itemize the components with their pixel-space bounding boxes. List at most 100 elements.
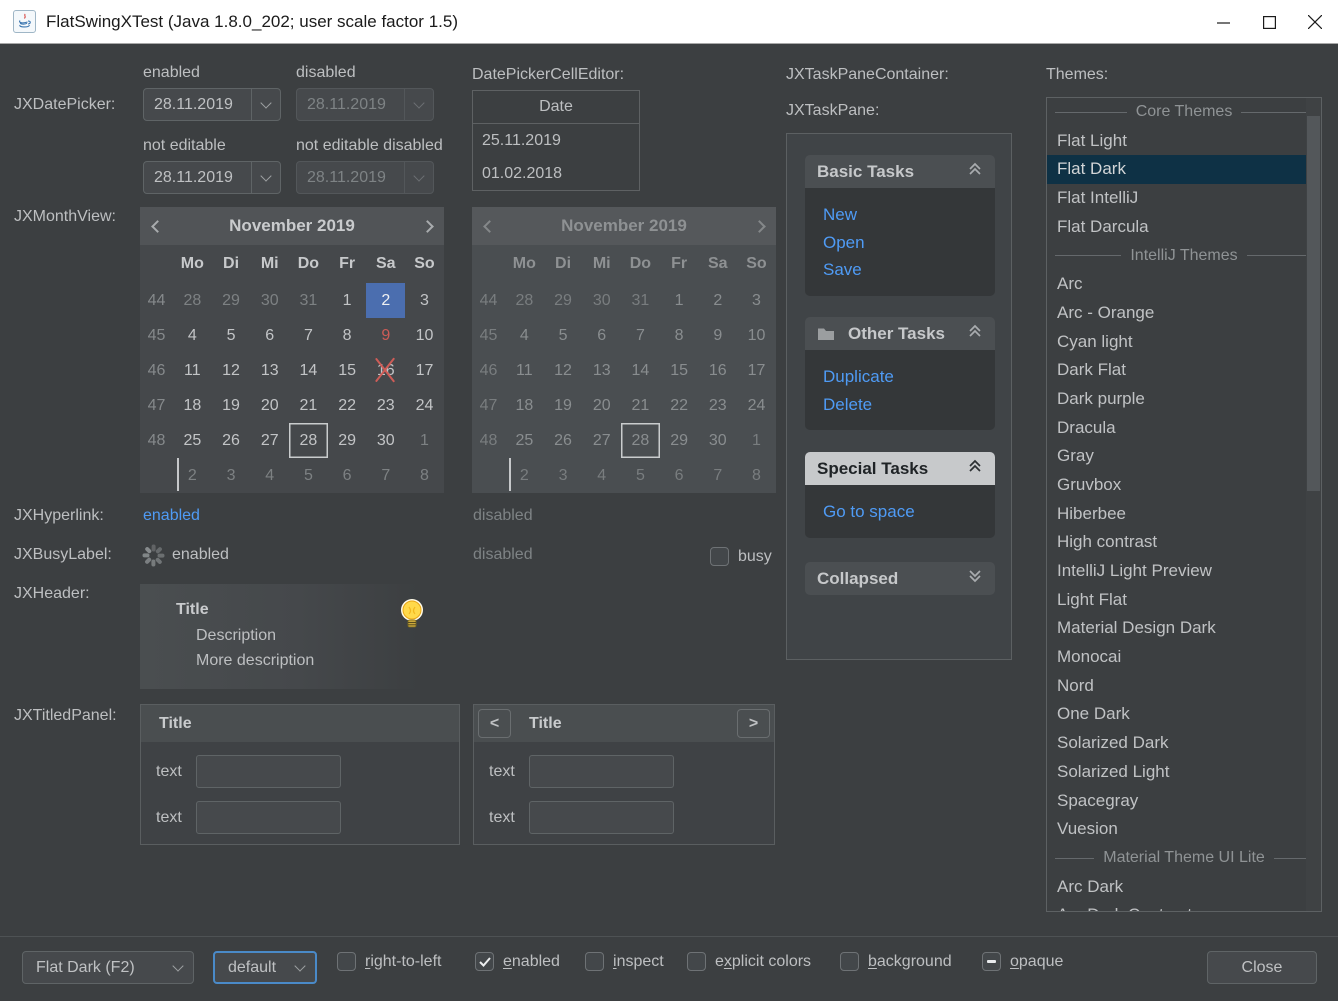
collapse-chevron-icon[interactable] (967, 458, 983, 479)
close-button[interactable]: Close (1207, 951, 1317, 984)
calendar-day-cell[interactable]: 4 (173, 318, 212, 353)
titled-panel-prev-button[interactable]: < (478, 709, 511, 738)
calendar-day-cell[interactable]: 10 (405, 318, 444, 353)
calendar-day-cell[interactable]: 5 (212, 318, 251, 353)
busy-checkbox-group[interactable]: busy (710, 547, 772, 566)
calendar-day-cell[interactable]: 1 (405, 423, 444, 458)
checkbox-group-background[interactable]: background (840, 952, 952, 971)
theme-list-item[interactable]: Dark Flat (1047, 356, 1321, 385)
opaque-checkbox[interactable] (982, 952, 1001, 971)
calendar-prev-icon[interactable] (140, 207, 174, 245)
chevron-down-icon[interactable] (252, 176, 280, 180)
calendar-day-cell[interactable]: 19 (212, 388, 251, 423)
taskpane-link[interactable]: Open (823, 229, 977, 257)
theme-list-item[interactable]: High contrast (1047, 528, 1321, 557)
calendar-day-cell[interactable]: 30 (250, 283, 289, 318)
date-column-header[interactable]: Date (473, 91, 639, 124)
theme-list-item[interactable]: Solarized Dark (1047, 729, 1321, 758)
calendar-day-cell[interactable]: 5 (289, 458, 328, 493)
calendar-day-cell[interactable]: 16 (366, 353, 405, 388)
busy-checkbox[interactable] (710, 547, 729, 566)
calendar-day-cell[interactable]: 29 (328, 423, 367, 458)
calendar-day-cell[interactable]: 27 (250, 423, 289, 458)
themes-scrollbar[interactable] (1306, 98, 1321, 911)
theme-list-item[interactable]: Cyan light (1047, 328, 1321, 357)
calendar-day-cell[interactable]: 17 (405, 353, 444, 388)
calendar-day-cell[interactable]: 3 (405, 283, 444, 318)
theme-list-item[interactable]: One Dark (1047, 700, 1321, 729)
calendar-day-cell[interactable]: 7 (366, 458, 405, 493)
theme-list-item[interactable]: Arc (1047, 270, 1321, 299)
taskpane-link[interactable]: Save (823, 256, 977, 284)
text-input[interactable] (196, 755, 341, 788)
calendar-day-cell[interactable]: 8 (405, 458, 444, 493)
calendar-day-cell[interactable]: 9 (366, 318, 405, 353)
theme-list-item[interactable]: Light Flat (1047, 586, 1321, 615)
calendar-day-cell[interactable]: 12 (212, 353, 251, 388)
table-row[interactable]: 25.11.2019 (473, 124, 639, 157)
expand-chevron-icon[interactable] (967, 568, 983, 589)
theme-list-item[interactable]: Monocai (1047, 643, 1321, 672)
explicit-colors-checkbox[interactable] (687, 952, 706, 971)
calendar-day-cell[interactable]: 13 (250, 353, 289, 388)
calendar-next-icon[interactable] (410, 207, 444, 245)
calendar-day-cell[interactable]: 22 (328, 388, 367, 423)
theme-list-item[interactable]: Material Design Dark (1047, 614, 1321, 643)
calendar-day-cell[interactable]: 29 (212, 283, 251, 318)
close-window-button[interactable] (1292, 0, 1338, 44)
calendar-day-cell[interactable]: 18 (173, 388, 212, 423)
calendar-day-cell[interactable]: 2 (173, 458, 212, 493)
theme-list-item[interactable]: Flat Light (1047, 127, 1321, 156)
calendar-day-cell[interactable]: 2 (366, 283, 405, 318)
enabled-checkbox[interactable] (475, 952, 494, 971)
calendar-day-cell[interactable]: 30 (366, 423, 405, 458)
calendar-day-cell[interactable]: 6 (250, 318, 289, 353)
theme-list-item[interactable]: Nord (1047, 672, 1321, 701)
calendar-day-cell[interactable]: 23 (366, 388, 405, 423)
taskpane-header[interactable]: Special Tasks (805, 452, 995, 485)
checkbox-group-inspect[interactable]: inspect (585, 952, 664, 971)
taskpane-link[interactable]: Duplicate (823, 363, 977, 391)
maximize-button[interactable] (1246, 0, 1292, 44)
themes-scrollbar-thumb[interactable] (1307, 116, 1320, 491)
calendar-day-cell[interactable]: 28 (173, 283, 212, 318)
datepicker-field[interactable]: 28.11.2019 (143, 88, 281, 121)
text-input[interactable] (529, 801, 674, 834)
hyperlink-enabled[interactable]: enabled (143, 507, 200, 525)
theme-list-item[interactable]: Arc Dark (1047, 873, 1321, 902)
datepicker-field[interactable]: 28.11.2019 (143, 161, 281, 194)
chevron-down-icon[interactable] (252, 103, 280, 107)
theme-list-item[interactable]: Gruvbox (1047, 471, 1321, 500)
checkbox-group-enabled[interactable]: enabled (475, 952, 560, 971)
taskpane-link[interactable]: New (823, 201, 977, 229)
calendar-day-cell[interactable]: 8 (328, 318, 367, 353)
collapse-chevron-icon[interactable] (967, 161, 983, 182)
text-input[interactable] (529, 755, 674, 788)
titled-panel-next-button[interactable]: > (737, 709, 770, 738)
calendar-day-cell[interactable]: 15 (328, 353, 367, 388)
collapse-chevron-icon[interactable] (967, 323, 983, 344)
calendar-day-cell[interactable]: 3 (212, 458, 251, 493)
background-checkbox[interactable] (840, 952, 859, 971)
theme-list-item[interactable]: Flat IntelliJ (1047, 184, 1321, 213)
calendar-day-cell[interactable]: 21 (289, 388, 328, 423)
text-input[interactable] (196, 801, 341, 834)
table-row[interactable]: 01.02.2018 (473, 157, 639, 190)
taskpane-link[interactable]: Go to space (823, 498, 977, 526)
theme-list-item[interactable]: Arc Dark Contrast (1047, 901, 1321, 912)
calendar-day-cell[interactable]: 1 (328, 283, 367, 318)
right-to-left-checkbox[interactable] (337, 952, 356, 971)
minimize-button[interactable] (1200, 0, 1246, 44)
calendar-day-cell[interactable]: 11 (173, 353, 212, 388)
taskpane-header[interactable]: Collapsed (805, 562, 995, 595)
theme-list-item[interactable]: Flat Dark (1047, 155, 1321, 184)
checkbox-group-opaque[interactable]: opaque (982, 952, 1063, 971)
taskpane-header[interactable]: Other Tasks (805, 317, 995, 350)
theme-list-item[interactable]: Flat Darcula (1047, 213, 1321, 242)
taskpane-header[interactable]: Basic Tasks (805, 155, 995, 188)
variant-combobox[interactable]: default (213, 951, 317, 984)
theme-list-item[interactable]: Vuesion (1047, 815, 1321, 844)
calendar-day-cell[interactable]: 4 (250, 458, 289, 493)
calendar-day-cell[interactable]: 14 (289, 353, 328, 388)
inspect-checkbox[interactable] (585, 952, 604, 971)
